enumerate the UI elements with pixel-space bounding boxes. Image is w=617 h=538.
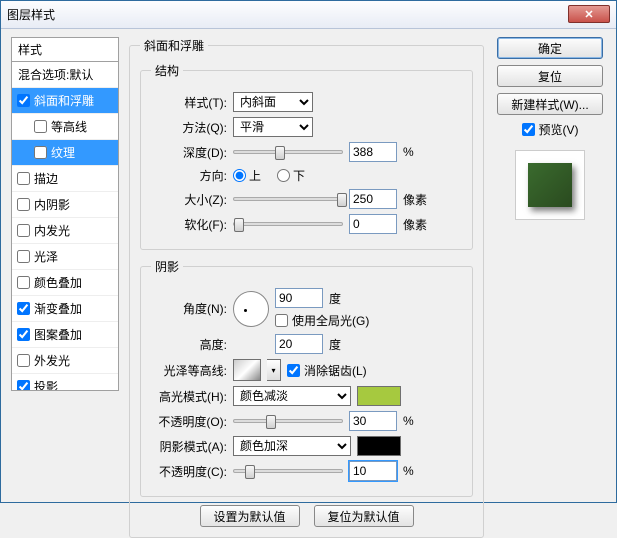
style-contour[interactable]: 等高线 (12, 114, 118, 140)
shading-fieldset: 阴影 角度(N): 度 使用全局光(G) 高度: 度 光泽等高线: ▾ 消除锯齿… (140, 258, 473, 497)
blend-options[interactable]: 混合选项:默认 (12, 62, 118, 88)
lbl-depth: 深度(D): (151, 144, 227, 161)
lbl-technique: 方法(Q): (151, 119, 227, 136)
btn-reset-default[interactable]: 复位为默认值 (314, 505, 414, 527)
slider-size[interactable] (233, 197, 343, 201)
chk-pattern-overlay[interactable] (17, 328, 30, 341)
style-inner-shadow[interactable]: 内阴影 (12, 192, 118, 218)
inp-hl-opacity[interactable] (349, 411, 397, 431)
chk-inner-glow[interactable] (17, 224, 30, 237)
slider-hl-opacity[interactable] (233, 419, 343, 423)
radio-up[interactable]: 上 (233, 167, 261, 184)
inp-angle[interactable] (275, 288, 323, 308)
style-pattern-overlay[interactable]: 图案叠加 (12, 322, 118, 348)
shadow-color[interactable] (357, 436, 401, 456)
style-satin[interactable]: 光泽 (12, 244, 118, 270)
shading-legend: 阴影 (151, 258, 183, 275)
btn-cancel[interactable]: 复位 (497, 65, 603, 87)
chk-satin[interactable] (17, 250, 30, 263)
sel-highlight-mode[interactable]: 颜色减淡 (233, 386, 351, 406)
chk-preview[interactable]: 预览(V) (522, 121, 579, 138)
chk-color-overlay[interactable] (17, 276, 30, 289)
style-inner-glow[interactable]: 内发光 (12, 218, 118, 244)
inp-altitude[interactable] (275, 334, 323, 354)
lbl-size: 大小(Z): (151, 191, 227, 208)
btn-new-style[interactable]: 新建样式(W)... (497, 93, 603, 115)
titlebar[interactable]: 图层样式 ✕ (1, 1, 616, 29)
inp-sh-opacity[interactable] (349, 461, 397, 481)
angle-wheel[interactable] (233, 291, 269, 327)
lbl-hl-opacity: 不透明度(O): (151, 413, 227, 430)
actions-panel: 确定 复位 新建样式(W)... 预览(V) (494, 37, 606, 492)
sel-technique[interactable]: 平滑 (233, 117, 313, 137)
inp-soften[interactable] (349, 214, 397, 234)
chk-antialias[interactable]: 消除锯齿(L) (287, 362, 367, 379)
chk-gradient-overlay[interactable] (17, 302, 30, 315)
chk-bevel[interactable] (17, 94, 30, 107)
inp-size[interactable] (349, 189, 397, 209)
btn-ok[interactable]: 确定 (497, 37, 603, 59)
slider-soften[interactable] (233, 222, 343, 226)
lbl-highlight-mode: 高光模式(H): (151, 388, 227, 405)
preview-swatch (528, 163, 572, 207)
style-texture[interactable]: 纹理 (12, 140, 118, 166)
settings-panel: 斜面和浮雕 结构 样式(T): 内斜面 方法(Q): 平滑 深度(D): % 方… (129, 37, 484, 492)
layer-style-dialog: 图层样式 ✕ 样式 混合选项:默认 斜面和浮雕 等高线 纹理 描边 内阴影 内发… (0, 0, 617, 503)
dialog-title: 图层样式 (7, 6, 55, 23)
sel-shadow-mode[interactable]: 颜色加深 (233, 436, 351, 456)
lbl-shadow-mode: 阴影模式(A): (151, 438, 227, 455)
structure-legend: 结构 (151, 62, 183, 79)
style-bevel[interactable]: 斜面和浮雕 (12, 88, 118, 114)
lbl-gloss-contour: 光泽等高线: (151, 362, 227, 379)
structure-fieldset: 结构 样式(T): 内斜面 方法(Q): 平滑 深度(D): % 方向: 上 下… (140, 62, 473, 250)
inp-depth[interactable] (349, 142, 397, 162)
lbl-sh-opacity: 不透明度(C): (151, 463, 227, 480)
radio-down[interactable]: 下 (277, 167, 305, 184)
style-stroke[interactable]: 描边 (12, 166, 118, 192)
slider-sh-opacity[interactable] (233, 469, 343, 473)
chk-outer-glow[interactable] (17, 354, 30, 367)
styles-list: 混合选项:默认 斜面和浮雕 等高线 纹理 描边 内阴影 内发光 光泽 颜色叠加 … (11, 61, 119, 391)
bevel-legend: 斜面和浮雕 (140, 37, 208, 54)
styles-panel: 样式 混合选项:默认 斜面和浮雕 等高线 纹理 描边 内阴影 内发光 光泽 颜色… (11, 37, 119, 492)
chk-drop-shadow[interactable] (17, 380, 30, 391)
chk-contour[interactable] (34, 120, 47, 133)
btn-make-default[interactable]: 设置为默认值 (200, 505, 300, 527)
sel-style[interactable]: 内斜面 (233, 92, 313, 112)
chk-global-light[interactable]: 使用全局光(G) (275, 312, 369, 329)
style-gradient-overlay[interactable]: 渐变叠加 (12, 296, 118, 322)
bevel-fieldset: 斜面和浮雕 结构 样式(T): 内斜面 方法(Q): 平滑 深度(D): % 方… (129, 37, 484, 538)
contour-swatch[interactable] (233, 359, 261, 381)
highlight-color[interactable] (357, 386, 401, 406)
close-button[interactable]: ✕ (568, 5, 610, 23)
styles-header[interactable]: 样式 (11, 37, 119, 61)
style-color-overlay[interactable]: 颜色叠加 (12, 270, 118, 296)
chk-stroke[interactable] (17, 172, 30, 185)
lbl-soften: 软化(F): (151, 216, 227, 233)
style-drop-shadow[interactable]: 投影 (12, 374, 118, 391)
chk-inner-shadow[interactable] (17, 198, 30, 211)
lbl-angle: 角度(N): (151, 300, 227, 317)
preview-box (515, 150, 585, 220)
lbl-style: 样式(T): (151, 94, 227, 111)
style-outer-glow[interactable]: 外发光 (12, 348, 118, 374)
contour-dropdown[interactable]: ▾ (267, 359, 281, 381)
slider-depth[interactable] (233, 150, 343, 154)
lbl-direction: 方向: (151, 167, 227, 184)
chk-texture[interactable] (34, 146, 47, 159)
lbl-altitude: 高度: (151, 336, 227, 353)
